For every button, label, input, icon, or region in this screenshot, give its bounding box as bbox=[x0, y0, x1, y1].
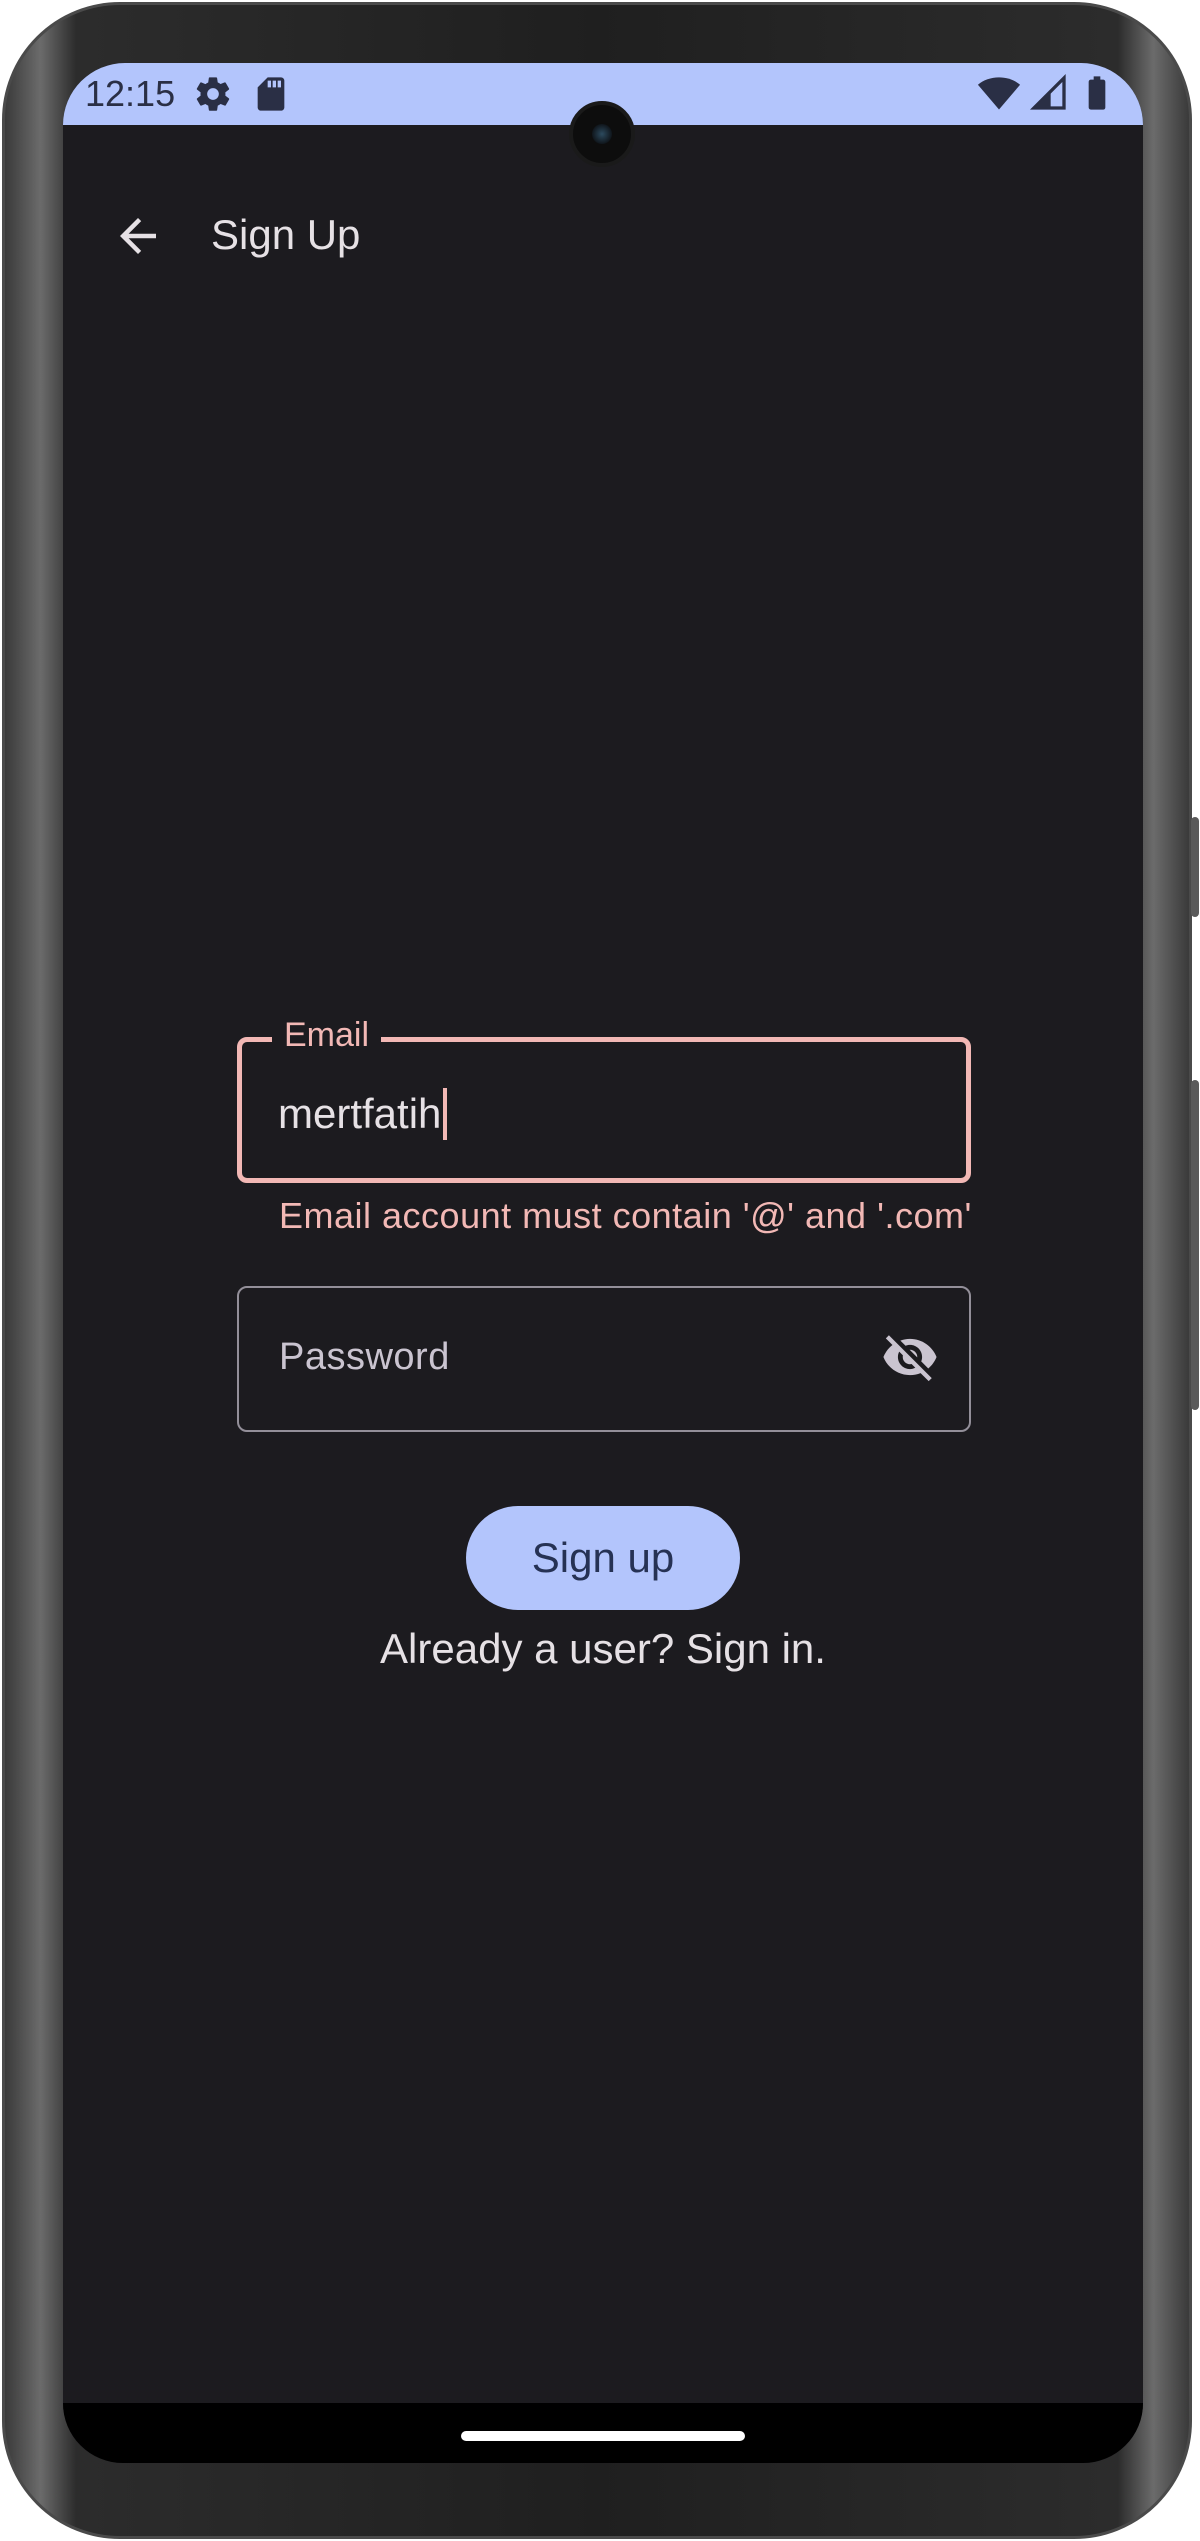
sign-in-link[interactable]: Already a user? Sign in. bbox=[63, 1625, 1143, 1673]
sign-up-button[interactable]: Sign up bbox=[466, 1506, 740, 1610]
password-field[interactable]: Password bbox=[237, 1286, 971, 1432]
page-title: Sign Up bbox=[211, 211, 361, 258]
sd-card-icon bbox=[251, 74, 291, 114]
top-app-bar: Sign Up bbox=[63, 183, 1143, 293]
volume-button bbox=[1191, 1080, 1199, 1410]
status-icons bbox=[977, 71, 1117, 120]
back-button[interactable] bbox=[103, 203, 173, 273]
wifi-icon bbox=[977, 71, 1021, 120]
gear-icon bbox=[193, 74, 233, 114]
navigation-bar bbox=[63, 2403, 1143, 2463]
phone-frame: 12:15 Sign Up Email mertfatih Email acco… bbox=[2, 2, 1199, 2539]
power-button bbox=[1191, 817, 1199, 917]
password-visibility-toggle[interactable] bbox=[875, 1324, 945, 1394]
battery-icon bbox=[1077, 73, 1117, 118]
arrow-back-icon bbox=[111, 209, 165, 268]
email-value: mertfatih bbox=[278, 1090, 442, 1137]
password-placeholder: Password bbox=[279, 1336, 450, 1378]
visibility-off-icon bbox=[881, 1328, 939, 1391]
email-label: Email bbox=[272, 1010, 382, 1060]
text-cursor bbox=[443, 1087, 448, 1140]
email-field[interactable]: Email mertfatih bbox=[237, 1010, 971, 1183]
status-time: 12:15 bbox=[85, 73, 176, 114]
front-camera bbox=[569, 101, 635, 167]
email-input[interactable]: mertfatih bbox=[278, 1087, 448, 1140]
email-error-text: Email account must contain '@' and '.com… bbox=[279, 1195, 972, 1236]
home-gesture-handle[interactable] bbox=[461, 2431, 745, 2441]
signal-icon bbox=[1029, 73, 1069, 118]
app-screen: 12:15 Sign Up Email mertfatih Email acco… bbox=[63, 63, 1143, 2463]
